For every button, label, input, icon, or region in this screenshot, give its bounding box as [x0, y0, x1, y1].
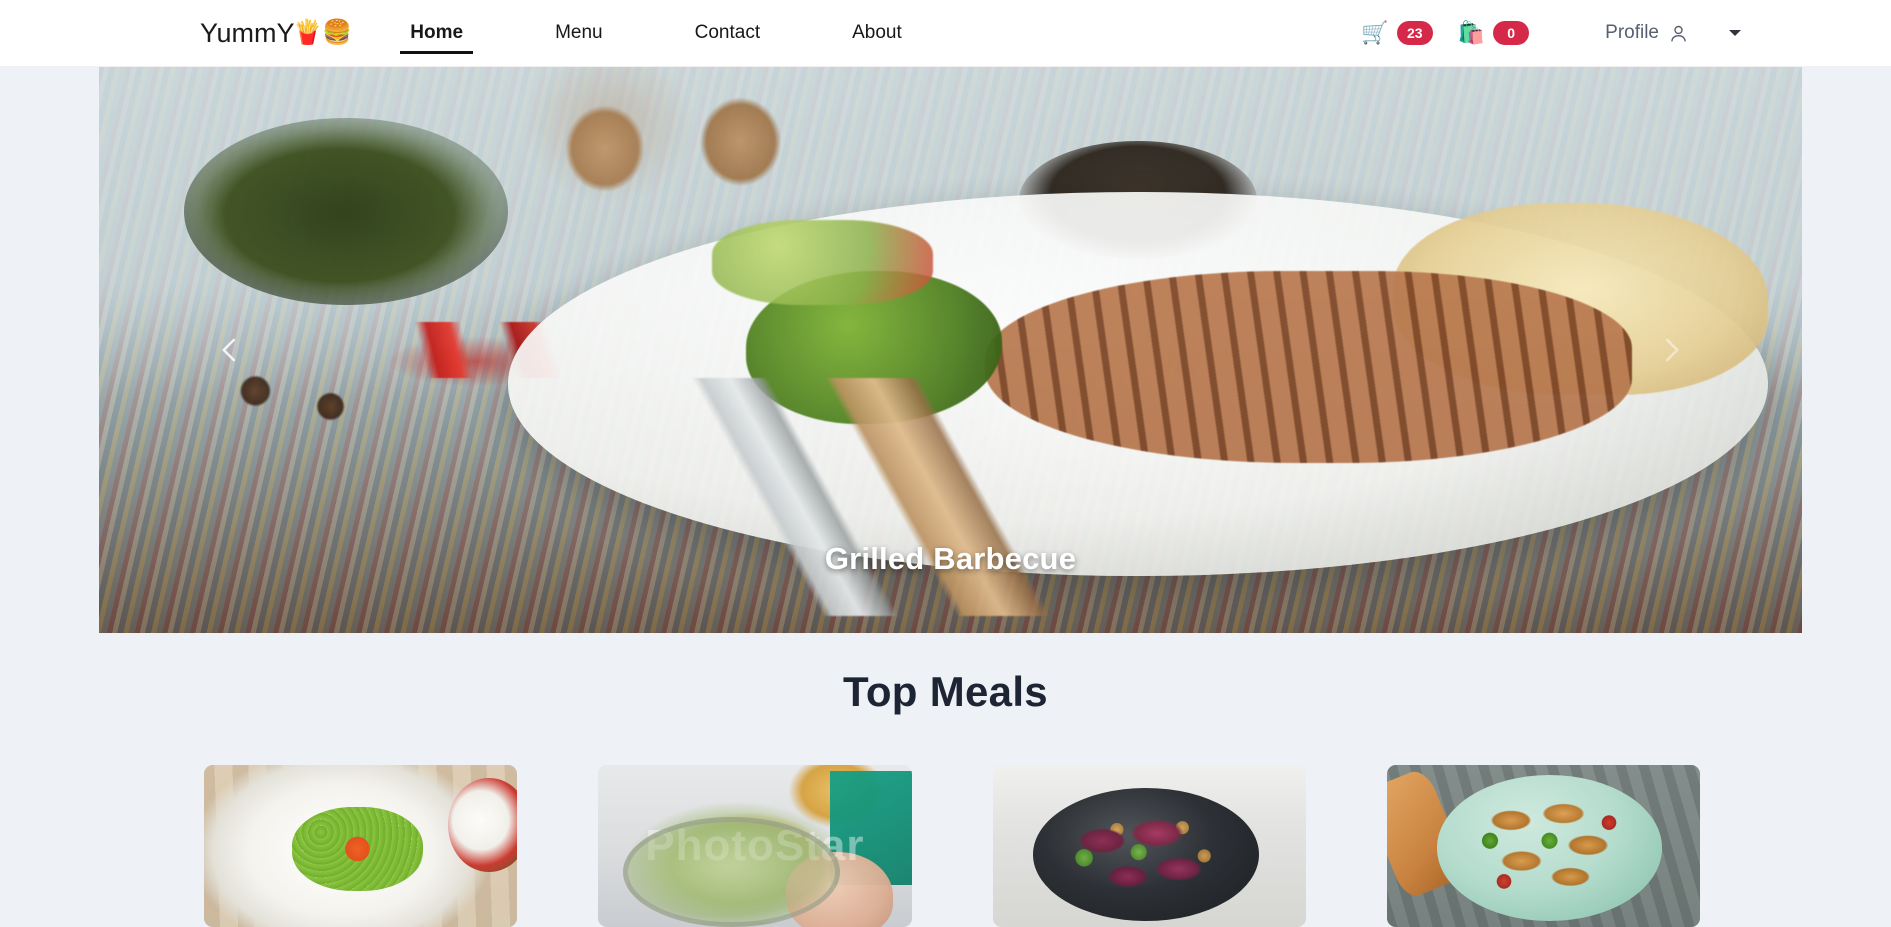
hero-cucumber-tomato [712, 219, 934, 305]
profile-menu[interactable]: Profile [1605, 22, 1743, 44]
person-icon [1668, 23, 1689, 44]
nav-link-contact[interactable]: Contact [683, 0, 772, 67]
top-meals-heading: Top Meals [843, 668, 1048, 715]
cart-button[interactable]: 🛒 23 [1361, 20, 1433, 45]
shopping-cart-icon: 🛒 [1361, 20, 1389, 45]
top-navbar: YummY 🍟🍔 Home Menu Contact About 🛒 23 🛍️… [0, 0, 1891, 67]
brand-logo[interactable]: YummY 🍟🍔 [200, 18, 352, 49]
meal-image-asparagus-egg [204, 765, 518, 927]
nav-link-about[interactable]: About [840, 0, 914, 67]
meal-card-radicchio-walnut[interactable] [992, 765, 1306, 927]
shopping-bag-heart-icon: 🛍️ [1457, 20, 1486, 45]
meal-image-garden-salad: PhotoStar [598, 765, 912, 927]
meal-image-grilled-halloumi [1386, 765, 1700, 927]
meal-card-grilled-halloumi[interactable] [1386, 765, 1700, 927]
navbar-actions: 🛒 23 🛍️ 0 Profile [1361, 21, 1743, 45]
meal-card-asparagus-egg[interactable] [204, 765, 518, 927]
meal-image-side-bowl [448, 777, 518, 872]
chevron-down-icon[interactable] [1727, 25, 1743, 41]
top-meals-grid: PhotoStar [204, 765, 1700, 927]
hero-star-anise [167, 350, 389, 441]
hero-slide-caption: Grilled Barbecue [824, 541, 1077, 576]
nav-link-home[interactable]: Home [398, 0, 475, 67]
meal-card-garden-salad[interactable]: PhotoStar [598, 765, 912, 927]
hero-herb-sauce-bowl [184, 117, 508, 305]
nav-link-menu[interactable]: Menu [543, 0, 615, 67]
primary-navigation: Home Menu Contact About [398, 0, 913, 67]
cart-count-badge: 23 [1396, 21, 1433, 45]
hero-fork-and-knife [405, 378, 1223, 617]
hero-pepper-grinders [507, 67, 832, 203]
hero-carousel[interactable]: Grilled Barbecue [99, 67, 1802, 633]
page-root: YummY 🍟🍔 Home Menu Contact About 🛒 23 🛍️… [0, 0, 1891, 927]
meal-image-halloumi-slices [1461, 790, 1638, 905]
meal-image-radicchio-leaves [1055, 807, 1237, 902]
profile-label: Profile [1605, 22, 1659, 43]
wishlist-button[interactable]: 🛍️ 0 [1457, 20, 1530, 45]
carousel-next-button[interactable] [1650, 329, 1692, 371]
brand-name: YummY [200, 17, 295, 48]
fries-burger-logo-icon: 🍟🍔 [292, 19, 353, 46]
wishlist-count-badge: 0 [1493, 21, 1530, 45]
meal-image-radicchio-walnut [992, 765, 1306, 927]
carousel-prev-button[interactable] [209, 329, 251, 371]
